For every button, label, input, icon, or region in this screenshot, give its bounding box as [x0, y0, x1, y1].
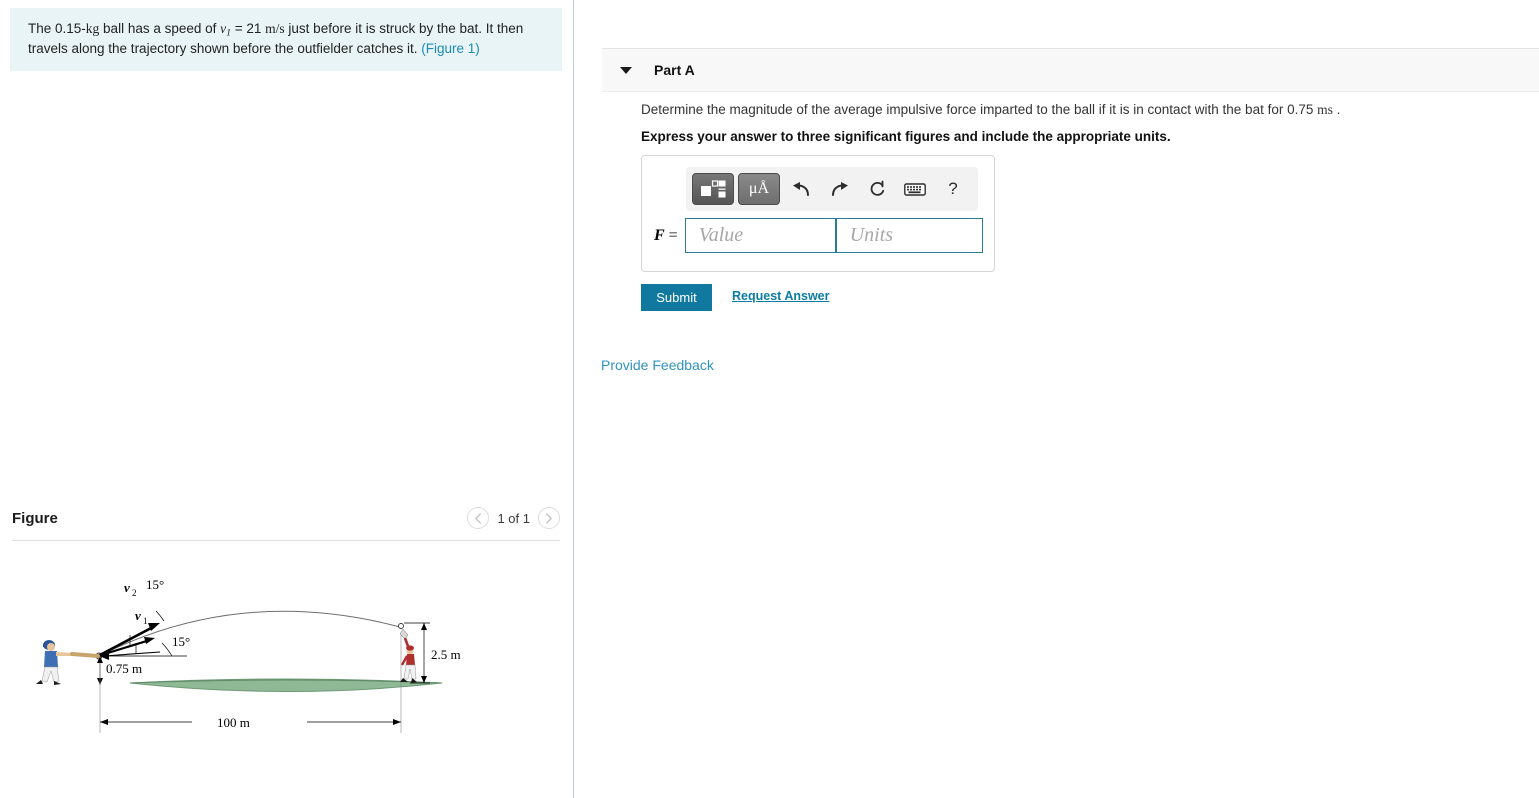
left-panel: The 0.15-kg ball has a speed of v1 = 21 … — [0, 0, 574, 798]
problem-statement: The 0.15-kg ball has a speed of v1 = 21 … — [10, 8, 562, 72]
units-button[interactable]: μÅ — [738, 173, 780, 205]
chevron-left-icon — [475, 512, 482, 524]
question-prefix: Determine the magnitude of the average i… — [641, 102, 1318, 117]
units-input[interactable]: Units — [835, 218, 983, 253]
label-distance: 100 m — [217, 715, 250, 730]
part-a-header[interactable]: Part A — [602, 48, 1539, 92]
redo-arrow-icon — [831, 181, 848, 196]
triangle-down-icon[interactable] — [620, 66, 632, 74]
question-suffix: . — [1332, 102, 1341, 117]
label-angle-bottom: 15° — [172, 634, 190, 649]
answer-field-row: F = Value Units — [654, 218, 983, 253]
grass-field — [129, 678, 443, 692]
value-input[interactable]: Value — [684, 218, 836, 253]
math-template-button[interactable] — [692, 173, 734, 205]
speed-unit: m/s — [265, 21, 285, 36]
label-height-fielder: 2.5 m — [431, 647, 461, 662]
answer-widget: μÅ ? F = Value Units — [641, 155, 995, 272]
request-answer-link[interactable]: Request Answer — [732, 289, 829, 303]
figure-link[interactable]: (Figure 1) — [421, 41, 480, 56]
question-time-unit: ms — [1317, 102, 1333, 117]
reset-circle-icon — [870, 180, 884, 196]
angle-arc-upper — [155, 610, 165, 622]
figure-page-counter: 1 of 1 — [497, 510, 530, 526]
problem-text-part2: ball has a speed of — [99, 21, 221, 36]
figure-image[interactable]: v 2 15° v 1 15° 0.75 m 2.5 m 100 m — [12, 555, 560, 790]
figure-divider — [12, 540, 560, 541]
label-v1: v — [135, 608, 141, 623]
label-angle-top: 15° — [146, 577, 164, 592]
ball-at-catch — [398, 623, 404, 629]
label-v2-subscript: 2 — [132, 588, 137, 598]
provide-feedback-link[interactable]: Provide Feedback — [601, 357, 714, 373]
question-text: Determine the magnitude of the average i… — [641, 101, 1501, 120]
help-button[interactable]: ? — [936, 174, 970, 204]
figure-prev-button[interactable] — [467, 507, 490, 529]
units-placeholder: Units — [849, 224, 894, 246]
label-v2: v — [124, 580, 130, 595]
batter-figure — [36, 640, 100, 685]
force-label: F = — [654, 227, 678, 245]
figure-header: Figure 1 of 1 — [12, 505, 560, 541]
label-v1-subscript: 1 — [143, 616, 148, 626]
right-panel: Part A Determine the magnitude of the av… — [575, 0, 1539, 798]
chevron-right-icon — [546, 512, 552, 524]
outfielder-figure — [399, 628, 417, 683]
value-placeholder: Value — [698, 224, 744, 246]
figure-title: Figure — [12, 510, 58, 527]
equals-sign: = — [664, 226, 678, 244]
force-symbol: F — [654, 226, 665, 244]
math-toolbar: μÅ ? — [686, 167, 978, 211]
angle-arc-lower — [161, 642, 173, 657]
figure-next-button[interactable] — [538, 507, 560, 529]
undo-arrow-icon — [792, 181, 809, 196]
question-mark-icon: ? — [948, 179, 958, 198]
math-template-icon — [701, 180, 726, 198]
undo-button[interactable] — [784, 174, 818, 204]
reset-button[interactable] — [860, 174, 894, 204]
label-height-bat: 0.75 m — [106, 661, 142, 676]
submit-button[interactable]: Submit — [641, 284, 712, 311]
keyboard-button[interactable] — [898, 174, 932, 204]
mass-unit: kg — [85, 21, 100, 36]
baseball-trajectory-diagram: v 2 15° v 1 15° 0.75 m 2.5 m 100 m — [36, 577, 461, 733]
problem-text-part3: = 21 — [231, 21, 266, 36]
micro-angstrom-icon: μÅ — [748, 180, 770, 197]
page-root: The 0.15-kg ball has a speed of v1 = 21 … — [0, 0, 1539, 798]
answer-instruction: Express your answer to three significant… — [641, 129, 1171, 144]
part-a-title: Part A — [654, 62, 695, 78]
figure-nav: 1 of 1 — [467, 507, 560, 529]
problem-text-part1: The 0.15- — [28, 21, 86, 36]
keyboard-icon — [904, 182, 926, 196]
redo-button[interactable] — [822, 174, 856, 204]
